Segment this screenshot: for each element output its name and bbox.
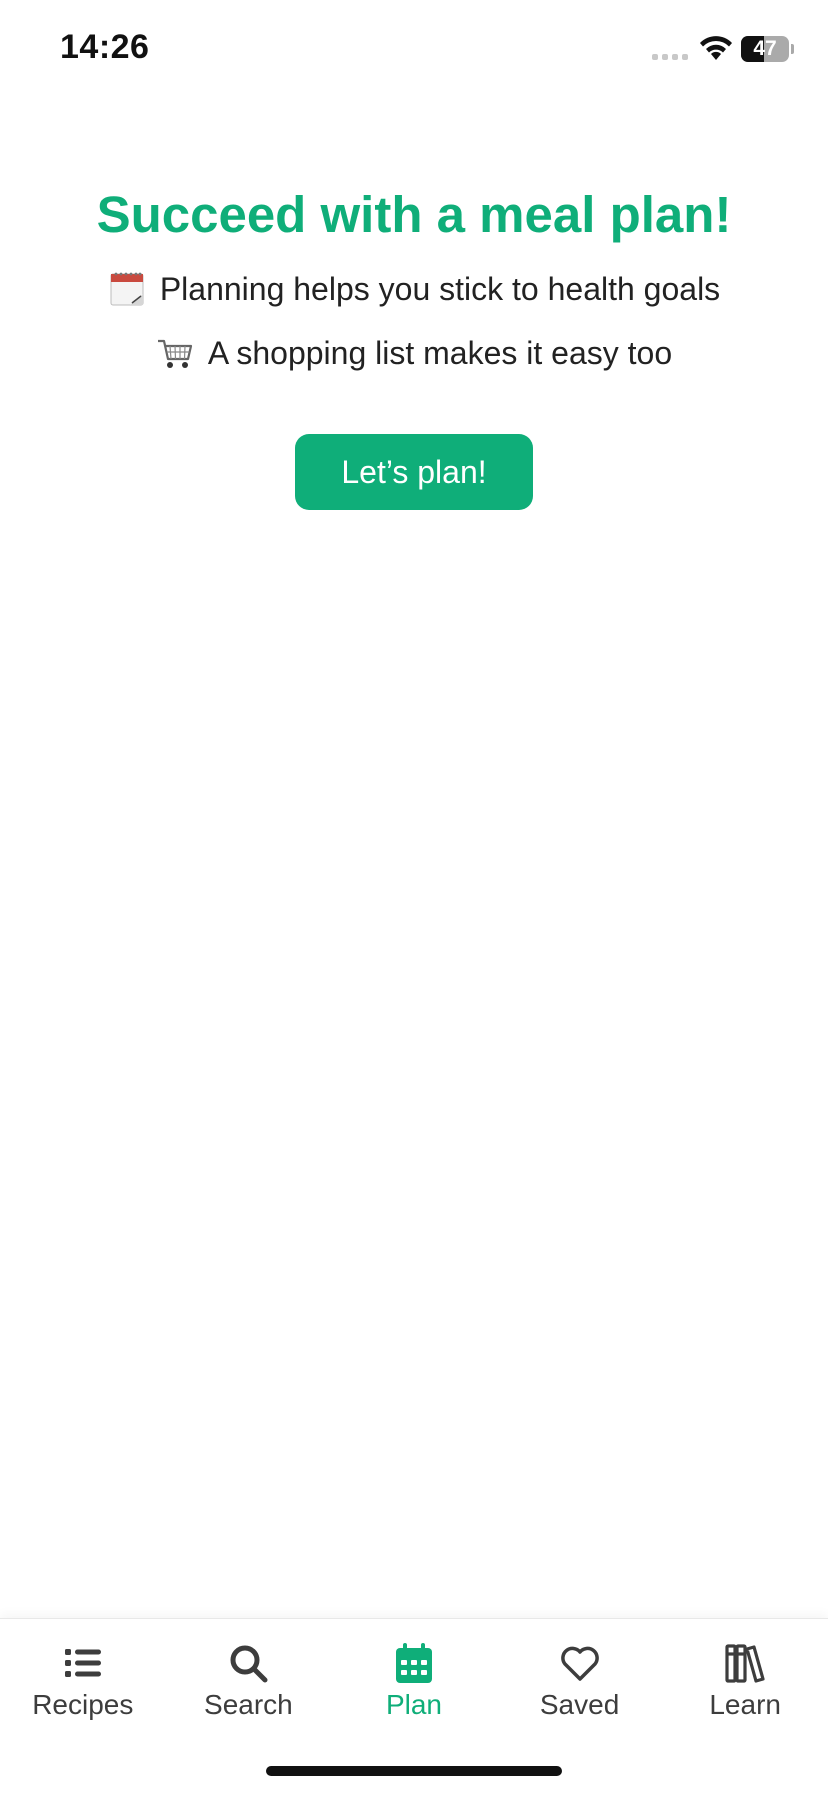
books-icon xyxy=(725,1644,765,1683)
meal-plan-intro: Succeed with a meal plan! Planning helps… xyxy=(0,180,828,510)
benefit-planning: Planning helps you stick to health goals xyxy=(0,264,828,314)
tab-recipes-label: Recipes xyxy=(32,1689,134,1720)
tab-learn[interactable]: Learn xyxy=(662,1641,828,1721)
tab-recipes[interactable]: Recipes xyxy=(0,1641,166,1721)
tab-saved[interactable]: Saved xyxy=(497,1641,663,1721)
tab-plan-label: Plan xyxy=(385,1689,442,1720)
tab-saved-label: Saved xyxy=(539,1689,620,1720)
calendar-icon xyxy=(110,272,144,306)
tab-learn-label: Learn xyxy=(709,1689,781,1720)
wifi-icon xyxy=(700,36,732,60)
shopping-cart-icon xyxy=(157,339,192,368)
battery-icon: 47 xyxy=(741,36,789,62)
battery-level: 47 xyxy=(753,37,777,60)
benefit-shopping: A shopping list makes it easy too xyxy=(0,328,828,378)
battery-cap xyxy=(791,44,794,54)
status-time: 14:26 xyxy=(60,28,150,66)
cellular-signal-icon xyxy=(652,54,688,60)
page-title: Succeed with a meal plan! xyxy=(96,186,732,243)
cta-wrap: Let’s plan! xyxy=(0,434,828,510)
calendar-icon xyxy=(395,1643,432,1683)
status-bar: 14:26 47 xyxy=(0,0,828,100)
benefit-shopping-text: A shopping list makes it easy too xyxy=(207,335,673,371)
tab-search[interactable]: Search xyxy=(166,1641,332,1721)
tab-list: Recipes Search Plan Saved Learn xyxy=(0,1619,828,1721)
heart-icon xyxy=(560,1646,599,1681)
lets-plan-button[interactable]: Let’s plan! xyxy=(295,434,533,510)
search-icon xyxy=(230,1645,268,1683)
tab-plan[interactable]: Plan xyxy=(331,1641,497,1721)
list-icon xyxy=(64,1649,101,1677)
tab-search-label: Search xyxy=(204,1689,293,1720)
benefit-planning-text: Planning helps you stick to health goals xyxy=(159,271,721,307)
home-indicator xyxy=(266,1766,562,1776)
